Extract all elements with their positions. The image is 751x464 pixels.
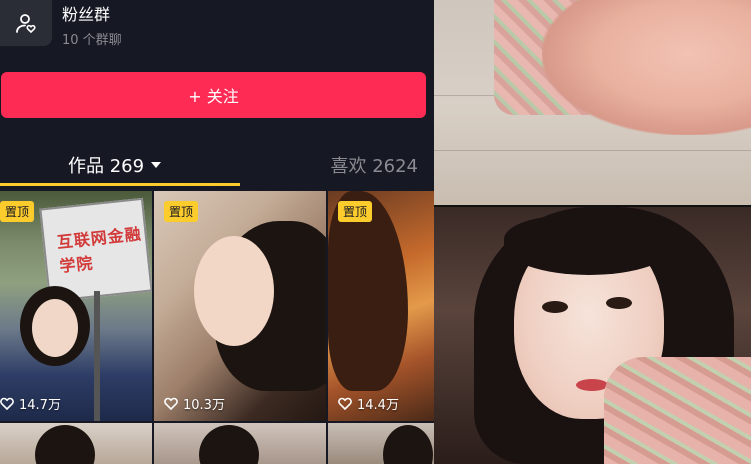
- tab-works-label: 作品 269: [68, 156, 145, 177]
- follow-button[interactable]: + 关注: [1, 72, 426, 118]
- sign-text: 互联网金融学院: [56, 224, 143, 276]
- heart-icon: [338, 397, 352, 410]
- like-count: 14.4万: [338, 394, 399, 413]
- portrait-eye-left: [542, 301, 568, 313]
- person-hair: [35, 425, 95, 464]
- tab-likes[interactable]: 喜欢 2624: [330, 152, 418, 178]
- caret-down-icon: [151, 162, 162, 168]
- portrait-eye-right: [606, 297, 632, 309]
- portrait-bangs: [504, 215, 674, 275]
- person-hair: [383, 425, 433, 464]
- portrait-lips: [576, 379, 608, 391]
- heart-icon: [164, 397, 178, 410]
- video-thumbnail[interactable]: 置顶 14.4万: [328, 191, 434, 421]
- tab-active-indicator: [0, 183, 240, 186]
- like-count: 10.3万: [164, 394, 225, 413]
- pinned-badge: 置顶: [338, 201, 373, 222]
- sign-pole: [94, 291, 100, 421]
- like-count-text: 14.4万: [357, 398, 399, 413]
- like-count: 14.7万: [0, 394, 61, 413]
- tab-works[interactable]: 作品 269: [68, 152, 162, 178]
- photo-portrait[interactable]: [434, 207, 751, 464]
- fan-group-icon-box: [0, 0, 52, 46]
- user-heart-icon: [16, 14, 36, 34]
- profile-panel: 粉丝群 10 个群聊 + 关注 作品 269 喜欢 2624 互联网金融学院 置…: [0, 0, 434, 464]
- fan-group-subtitle: 10 个群聊: [62, 33, 122, 48]
- video-thumbnail[interactable]: [154, 423, 326, 464]
- video-thumbnail[interactable]: 置顶 10.3万: [154, 191, 326, 421]
- pinned-badge: 置顶: [164, 201, 199, 222]
- photo-floor-pose[interactable]: [434, 0, 751, 205]
- photo-panel: [434, 0, 751, 464]
- video-thumbnail[interactable]: 互联网金融学院 置顶 14.7万: [0, 191, 152, 421]
- fan-group-row[interactable]: 粉丝群 10 个群聊: [0, 0, 434, 60]
- video-thumbnail[interactable]: [328, 423, 434, 464]
- legs: [542, 0, 751, 135]
- person-face: [194, 236, 274, 346]
- heart-icon: [0, 397, 14, 410]
- floor-seam: [434, 150, 751, 151]
- person-face: [32, 299, 78, 357]
- pinned-badge: 置顶: [0, 201, 35, 222]
- person-hair: [199, 425, 259, 464]
- fan-group-title: 粉丝群: [62, 5, 111, 24]
- portrait-arm-sleeve: [604, 357, 751, 464]
- like-count-text: 14.7万: [19, 398, 61, 413]
- like-count-text: 10.3万: [183, 398, 225, 413]
- video-thumbnail[interactable]: [0, 423, 152, 464]
